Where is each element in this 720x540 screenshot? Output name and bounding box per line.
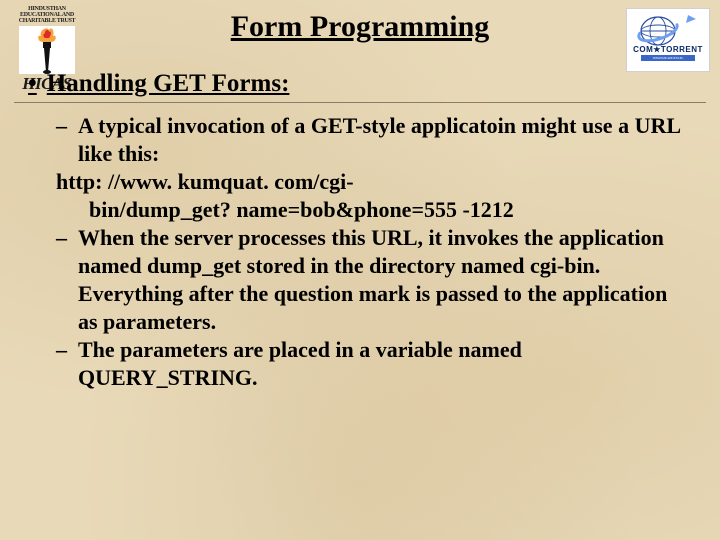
logo-right-tagline: INNOVATE AND EXCEL xyxy=(641,55,695,61)
slide: HINDUSTHAN EDUCATIONAL AND CHARITABLE TR… xyxy=(0,0,720,540)
heading-text: Handling GET Forms: xyxy=(47,70,290,98)
dash-icon: – xyxy=(56,112,78,168)
dash-icon: – xyxy=(56,224,78,336)
slide-body: • Handling GET Forms: – A typical invoca… xyxy=(28,70,692,392)
bullet-item-2-text: When the server processes this URL, it i… xyxy=(78,224,692,336)
bullet-item-2: – When the server processes this URL, it… xyxy=(56,224,692,336)
bullet-heading: • Handling GET Forms: xyxy=(28,70,692,98)
slide-title: Form Programming xyxy=(0,10,720,44)
dash-icon: – xyxy=(56,336,78,392)
bullet-item-3: – The parameters are placed in a variabl… xyxy=(56,336,692,392)
bullet-item-1-text: A typical invocation of a GET-style appl… xyxy=(78,112,692,168)
url-line: http: //www. kumquat. com/cgi- bin/dump_… xyxy=(56,168,692,224)
bullet-dot: • xyxy=(28,70,37,98)
logo-right-brand: COM★TORRENT xyxy=(633,45,703,54)
bullet-item-1: – A typical invocation of a GET-style ap… xyxy=(56,112,692,168)
bullet-item-3-text: The parameters are placed in a variable … xyxy=(78,336,692,392)
